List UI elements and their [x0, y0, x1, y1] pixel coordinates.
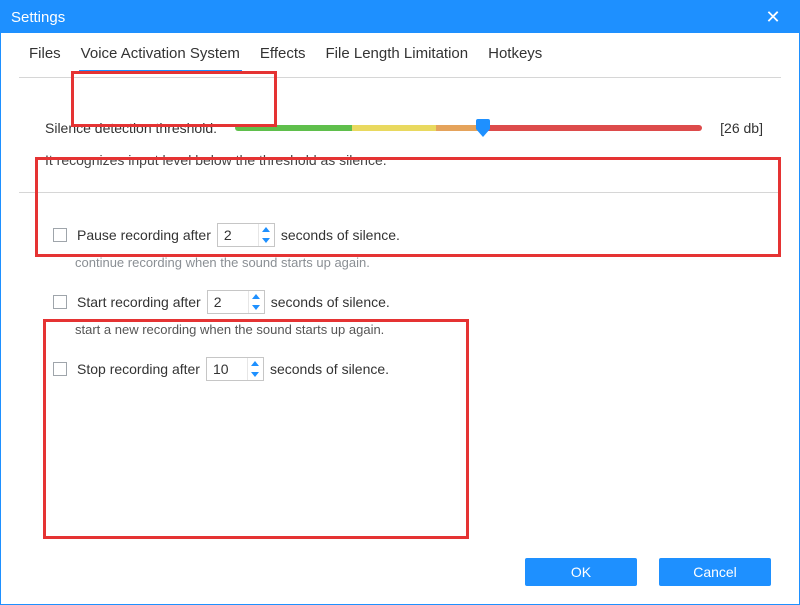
chevron-down-icon[interactable] — [259, 235, 273, 246]
chevron-up-icon[interactable] — [259, 224, 273, 235]
spinner-buttons — [247, 358, 263, 380]
tab-effects[interactable]: Effects — [250, 33, 316, 77]
stop-seconds-spinner[interactable]: 10 — [206, 357, 264, 381]
threshold-track — [235, 125, 702, 131]
start-seconds-spinner[interactable]: 2 — [207, 290, 265, 314]
tab-hotkeys[interactable]: Hotkeys — [478, 33, 552, 77]
pause-seconds-spinner[interactable]: 2 — [217, 223, 275, 247]
pause-prefix: Pause recording after — [77, 227, 211, 243]
pause-option-row: Pause recording after 2 seconds of silen… — [53, 223, 763, 247]
options-section: Pause recording after 2 seconds of silen… — [1, 193, 799, 391]
chevron-down-icon[interactable] — [248, 369, 262, 380]
stop-checkbox[interactable] — [53, 362, 67, 376]
window-title: Settings — [11, 9, 757, 26]
ok-button[interactable]: OK — [525, 558, 637, 586]
content-area: Files Voice Activation System Effects Fi… — [1, 33, 799, 391]
threshold-label: Silence detection threshold: — [45, 120, 217, 136]
tab-bar: Files Voice Activation System Effects Fi… — [1, 33, 799, 77]
threshold-slider[interactable] — [235, 120, 702, 136]
stop-seconds-value: 10 — [207, 359, 247, 379]
stop-prefix: Stop recording after — [77, 361, 200, 377]
threshold-row: Silence detection threshold: [26 db] — [45, 120, 763, 136]
chevron-up-icon[interactable] — [249, 291, 263, 302]
threshold-section: Silence detection threshold: [26 db] It … — [1, 78, 799, 192]
chevron-up-icon[interactable] — [248, 358, 262, 369]
start-help: start a new recording when the sound sta… — [53, 322, 763, 337]
pause-help: continue recording when the sound starts… — [53, 255, 763, 270]
spinner-buttons — [258, 224, 274, 246]
tab-files[interactable]: Files — [19, 33, 71, 77]
threshold-value: [26 db] — [720, 120, 763, 136]
titlebar: Settings ✕ — [1, 1, 799, 33]
stop-option-row: Stop recording after 10 seconds of silen… — [53, 357, 763, 381]
start-suffix: seconds of silence. — [271, 294, 390, 310]
tab-voice-activation-system[interactable]: Voice Activation System — [71, 33, 250, 77]
start-checkbox[interactable] — [53, 295, 67, 309]
tab-file-length-limitation[interactable]: File Length Limitation — [316, 33, 479, 77]
pause-checkbox[interactable] — [53, 228, 67, 242]
pause-seconds-value: 2 — [218, 225, 258, 245]
pause-suffix: seconds of silence. — [281, 227, 400, 243]
cancel-button[interactable]: Cancel — [659, 558, 771, 586]
start-prefix: Start recording after — [77, 294, 201, 310]
footer: OK Cancel — [1, 548, 799, 596]
start-option-row: Start recording after 2 seconds of silen… — [53, 290, 763, 314]
threshold-help: It recognizes input level below the thre… — [45, 152, 763, 168]
settings-window: Settings ✕ Files Voice Activation System… — [0, 0, 800, 605]
close-icon[interactable]: ✕ — [757, 7, 789, 28]
chevron-down-icon[interactable] — [249, 302, 263, 313]
spinner-buttons — [248, 291, 264, 313]
threshold-thumb-icon[interactable] — [476, 119, 490, 137]
start-seconds-value: 2 — [208, 292, 248, 312]
stop-suffix: seconds of silence. — [270, 361, 389, 377]
